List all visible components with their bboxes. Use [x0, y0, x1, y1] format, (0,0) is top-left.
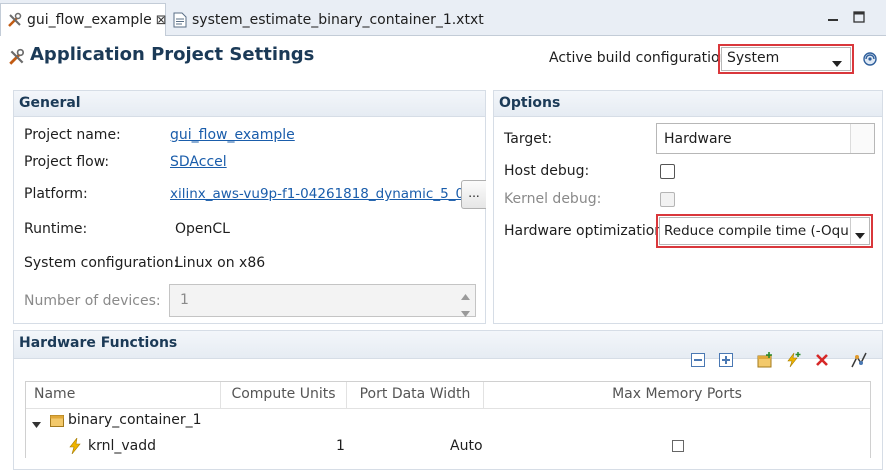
- target-label: Target:: [504, 131, 553, 147]
- active-build-value: System: [727, 50, 780, 66]
- kernel-debug-label: Kernel debug:: [504, 191, 602, 207]
- port-data-width-value[interactable]: Auto: [450, 438, 483, 454]
- section-heading: Options: [494, 91, 882, 117]
- column-header-max-memory-ports[interactable]: Max Memory Ports: [484, 382, 870, 408]
- column-header-compute-units[interactable]: Compute Units: [221, 382, 347, 408]
- active-build-label: Active build configuration:: [549, 50, 734, 66]
- hw-opt-value: Reduce compile time (-Oquick): [664, 223, 870, 239]
- platform-link[interactable]: xilinx_aws-vu9p-f1-04261818_dynamic_5_0: [170, 186, 464, 202]
- spinner-down-icon[interactable]: [461, 306, 470, 322]
- spinner-up-icon[interactable]: [461, 289, 470, 305]
- tools-icon: [7, 12, 23, 28]
- project-name-link[interactable]: gui_flow_example: [170, 127, 295, 143]
- table-row[interactable]: krnl_vadd 1 Auto: [26, 434, 870, 460]
- hw-opt-label: Hardware optimization:: [504, 223, 668, 239]
- system-config-label: System configuration:: [24, 255, 179, 271]
- section-heading: General: [14, 91, 485, 117]
- max-memory-ports-checkbox[interactable]: [672, 440, 684, 452]
- compute-units-value[interactable]: 1: [336, 438, 345, 454]
- build-settings-icon[interactable]: [862, 51, 878, 67]
- tab-label: system_estimate_binary_container_1.xtxt: [192, 11, 484, 28]
- editor-tab-bar: gui_flow_example ⊠ system_estimate_binar…: [0, 0, 886, 36]
- browse-platform-button[interactable]: ...: [461, 180, 486, 209]
- project-name-label: Project name:: [24, 127, 121, 143]
- kernel-name: krnl_vadd: [88, 438, 157, 454]
- chevron-down-icon: [832, 56, 842, 72]
- kernel-debug-checkbox[interactable]: [660, 192, 675, 207]
- active-build-select[interactable]: System: [718, 44, 854, 74]
- num-devices-value: 1: [180, 292, 189, 308]
- section-heading: Hardware Functions: [14, 331, 882, 359]
- settings-header: Application Project Settings Active buil…: [0, 37, 886, 79]
- tab-label: gui_flow_example: [27, 12, 152, 28]
- runtime-value: OpenCL: [175, 221, 230, 237]
- project-flow-label: Project flow:: [24, 154, 110, 170]
- column-header-name[interactable]: Name: [26, 382, 221, 408]
- hw-opt-select[interactable]: Reduce compile time (-Oquick): [656, 214, 873, 248]
- binary-container-name: binary_container_1: [68, 412, 202, 428]
- expand-all-icon[interactable]: [718, 352, 734, 368]
- add-binary-container-icon[interactable]: [757, 352, 773, 368]
- num-devices-spinner[interactable]: 1: [169, 284, 476, 317]
- remove-icon[interactable]: [814, 352, 830, 368]
- text-file-icon: [172, 12, 188, 28]
- target-select[interactable]: Hardware: [656, 123, 875, 154]
- kernel-function-icon: [68, 437, 82, 458]
- binary-container-icon: [50, 413, 64, 431]
- chevron-down-icon: [855, 228, 865, 244]
- host-debug-label: Host debug:: [504, 163, 590, 179]
- num-devices-label: Number of devices:: [24, 293, 161, 309]
- tab-gui-flow-example[interactable]: gui_flow_example ⊠: [0, 3, 167, 36]
- runtime-label: Runtime:: [24, 221, 88, 237]
- project-flow-link[interactable]: SDAccel: [170, 154, 227, 170]
- minimize-icon[interactable]: [826, 10, 840, 24]
- estimate-performance-icon[interactable]: [851, 352, 867, 368]
- tab-system-estimate[interactable]: system_estimate_binary_container_1.xtxt: [166, 3, 484, 36]
- target-value: Hardware: [664, 131, 732, 147]
- hardware-functions-table: Name Compute Units Port Data Width Max M…: [25, 381, 871, 458]
- column-header-port-data-width[interactable]: Port Data Width: [347, 382, 484, 408]
- system-config-value: Linux on x86: [175, 255, 266, 271]
- target-dropdown-area: [850, 124, 874, 153]
- add-hardware-function-icon[interactable]: [785, 352, 801, 368]
- platform-label: Platform:: [24, 186, 88, 202]
- collapse-all-icon[interactable]: [690, 352, 706, 368]
- hw-opt-dropdown-button[interactable]: [850, 218, 869, 244]
- maximize-icon[interactable]: [852, 10, 866, 24]
- page-title: Application Project Settings: [30, 44, 315, 65]
- host-debug-checkbox[interactable]: [660, 164, 675, 179]
- tools-icon: [8, 48, 26, 66]
- table-row[interactable]: binary_container_1: [26, 408, 870, 434]
- expand-arrow-icon[interactable]: [32, 417, 41, 433]
